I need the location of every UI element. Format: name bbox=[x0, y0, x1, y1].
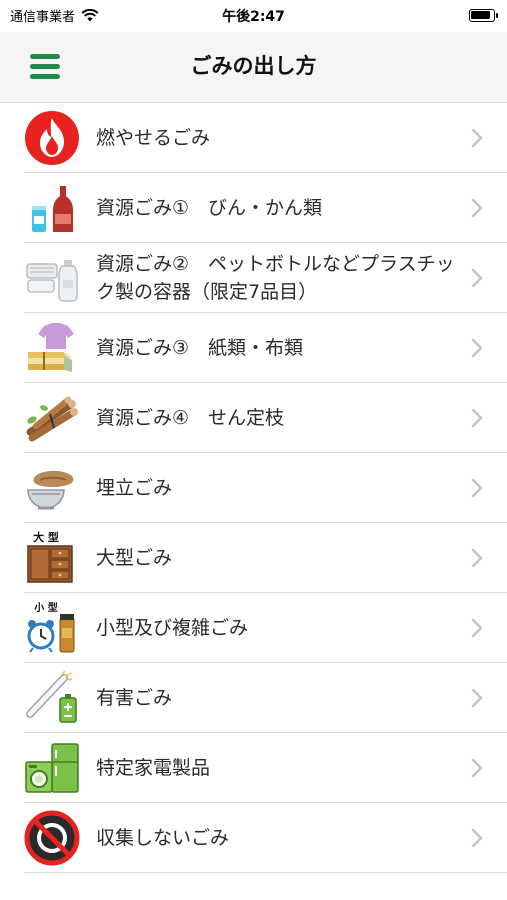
paper-cloth-icon bbox=[28, 323, 74, 372]
bottle-can-icon bbox=[32, 186, 73, 232]
list-item-label: 特定家電製品 bbox=[96, 756, 211, 779]
list-item-label: 燃やせるごみ bbox=[96, 126, 211, 149]
small-appliance-icon: 小 型 bbox=[27, 601, 75, 653]
list-item-paper-cloth[interactable]: 資源ごみ③ 紙類・布類 bbox=[24, 313, 507, 383]
status-time: 午後2:47 bbox=[222, 9, 285, 25]
branches-icon bbox=[26, 396, 78, 442]
chevron-right-icon bbox=[471, 338, 483, 357]
pottery-icon bbox=[27, 470, 74, 510]
no-collection-icon bbox=[24, 810, 80, 866]
chevron-right-icon bbox=[471, 198, 483, 217]
furniture-icon: 大 型 bbox=[27, 530, 73, 583]
list-item-label: 資源ごみ① びん・かん類 bbox=[96, 196, 323, 219]
list-item-oversized[interactable]: 大 型 大型ごみ bbox=[24, 523, 507, 593]
list-item-landfill[interactable]: 埋立ごみ bbox=[24, 453, 507, 523]
list-item-label: 収集しないごみ bbox=[96, 826, 230, 849]
nav-bar: ごみの出し方 bbox=[0, 32, 507, 103]
chevron-right-icon bbox=[471, 268, 483, 287]
page-title: ごみの出し方 bbox=[190, 54, 317, 78]
plastic-container-icon bbox=[26, 260, 78, 302]
category-list: 燃やせるごみ 資源ごみ① びん・かん類 資源ごみ② ペットボトルなどプラスチック… bbox=[24, 103, 507, 873]
chevron-right-icon bbox=[471, 828, 483, 847]
list-item-plastic-containers[interactable]: 資源ごみ② ペットボトルなどプラスチック製の容器（限定7品目） bbox=[24, 243, 507, 313]
list-item-label: 埋立ごみ bbox=[96, 476, 173, 499]
list-item-home-appliances[interactable]: 特定家電製品 bbox=[24, 733, 507, 803]
chevron-right-icon bbox=[471, 688, 483, 707]
flame-icon bbox=[25, 111, 79, 165]
chevron-right-icon bbox=[471, 128, 483, 147]
chevron-right-icon bbox=[471, 408, 483, 427]
list-item-bottles-cans[interactable]: 資源ごみ① びん・かん類 bbox=[24, 173, 507, 243]
list-item-burnable[interactable]: 燃やせるごみ bbox=[24, 103, 507, 173]
list-item-hazardous[interactable]: 有害ごみ bbox=[24, 663, 507, 733]
list-item-small-complex[interactable]: 小 型 小型及び複雑ごみ bbox=[24, 593, 507, 663]
list-item-label: 資源ごみ④ せん定枝 bbox=[96, 406, 285, 429]
chevron-right-icon bbox=[471, 758, 483, 777]
icon-badge-text: 小 型 bbox=[33, 601, 57, 614]
list-item-branches[interactable]: 資源ごみ④ せん定枝 bbox=[24, 383, 507, 453]
list-item-label: 小型及び複雑ごみ bbox=[96, 616, 249, 639]
list-item-not-collected[interactable]: 収集しないごみ bbox=[24, 803, 507, 873]
chevron-right-icon bbox=[471, 478, 483, 497]
list-item-label: 有害ごみ bbox=[96, 686, 173, 709]
chevron-right-icon bbox=[471, 548, 483, 567]
list-item-label: 資源ごみ③ 紙類・布類 bbox=[96, 336, 304, 359]
list-item-label: 大型ごみ bbox=[96, 546, 173, 569]
home-appliance-icon bbox=[25, 743, 79, 793]
battery-icon bbox=[469, 9, 498, 22]
list-item-label: 資源ごみ② ペットボトルなどプラスチック製の容器（限定7品目） bbox=[96, 252, 455, 303]
hazardous-icon bbox=[26, 670, 77, 723]
chevron-right-icon bbox=[471, 618, 483, 637]
icon-badge-text: 大 型 bbox=[33, 530, 59, 544]
status-bar: 通信事業者 午後2:47 bbox=[0, 0, 507, 30]
